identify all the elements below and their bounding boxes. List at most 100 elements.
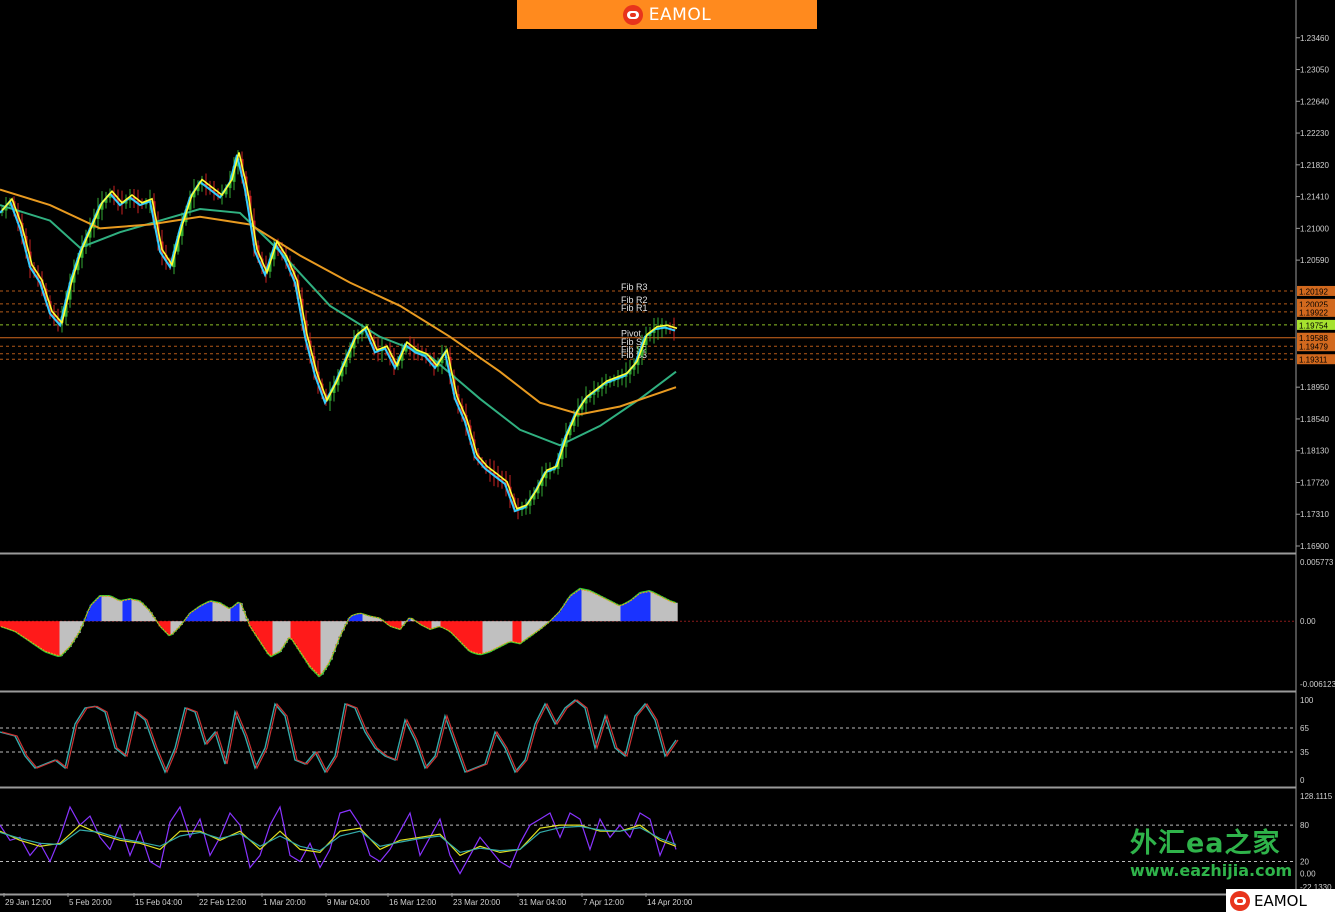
eamol-logo-icon	[1230, 890, 1250, 911]
x-tick-label: 14 Apr 20:00	[647, 898, 693, 907]
x-tick-label: 22 Feb 12:00	[199, 898, 247, 907]
x-tick-label: 15 Feb 04:00	[135, 898, 183, 907]
macd-histogram-bar	[440, 621, 444, 628]
macd-histogram-bar	[311, 621, 315, 671]
x-tick-label: 1 Mar 20:00	[263, 898, 306, 907]
price-level-tag: 1.19479	[1297, 341, 1335, 352]
macd-histogram-bar	[8, 621, 12, 630]
oscillator-panel[interactable]	[0, 699, 1296, 774]
macd-histogram-bar	[281, 621, 285, 648]
macd-histogram-bar	[62, 621, 66, 653]
macd-panel[interactable]	[0, 587, 1296, 678]
y-tick-label: 1.20590	[1300, 256, 1329, 265]
osc-y-tick-label: 0	[1300, 776, 1305, 785]
macd-histogram-bar	[47, 621, 51, 654]
price-level-tag: 1.19311	[1297, 354, 1335, 365]
macd-y-tick-label: 0.00	[1300, 617, 1316, 626]
brand-banner: EAMOL	[517, 0, 817, 29]
macd-histogram-bar	[212, 601, 216, 622]
macd-histogram-bar	[452, 621, 456, 636]
x-tick-label: 7 Apr 12:00	[583, 898, 624, 907]
macd-histogram-bar	[236, 602, 240, 622]
trading-chart[interactable]: Fib R3Fib R2Fib R1PivotFib S1Fib S2Fib S…	[0, 0, 1335, 912]
macd-histogram-bar	[482, 621, 486, 654]
stochastic-panel[interactable]	[0, 805, 1296, 875]
macd-histogram-bar	[26, 621, 30, 641]
macd-histogram-bar	[218, 602, 222, 622]
watermark-brand-text: EAMOL	[1254, 891, 1307, 910]
macd-histogram-bar	[458, 621, 462, 642]
macd-histogram-bar	[299, 621, 303, 654]
macd-histogram-bar	[35, 621, 39, 647]
macd-histogram-bar	[569, 594, 573, 622]
macd-histogram-bar	[599, 596, 603, 622]
macd-histogram-bar	[20, 621, 24, 637]
macd-histogram-bar	[320, 621, 324, 675]
macd-histogram-bar	[584, 589, 588, 622]
macd-histogram-bar	[359, 613, 363, 622]
macd-histogram-bar	[626, 601, 630, 622]
x-tick-label: 29 Jan 12:00	[5, 898, 52, 907]
macd-histogram-bar	[302, 621, 306, 659]
macd-histogram-bar	[191, 610, 195, 622]
price-level-tag-text: 1.20192	[1299, 287, 1328, 296]
macd-histogram-bar	[215, 602, 219, 622]
macd-histogram-bar	[581, 589, 585, 622]
price-level-tag-text: 1.19479	[1299, 343, 1328, 352]
macd-histogram-bar	[524, 621, 528, 640]
macd-histogram-bar	[623, 603, 627, 622]
macd-histogram-bar	[572, 592, 576, 622]
macd-histogram-bar	[356, 613, 360, 622]
macd-histogram-bar	[665, 599, 669, 622]
macd-histogram-bar	[296, 621, 300, 649]
y-tick-label: 1.18540	[1300, 415, 1329, 424]
macd-histogram-bar	[44, 621, 48, 653]
macd-histogram-bar	[194, 608, 198, 622]
macd-histogram-bar	[272, 621, 276, 656]
macd-histogram-bar	[107, 595, 111, 622]
watermark-brand: EAMOL	[1226, 889, 1335, 912]
macd-histogram-bar	[566, 598, 570, 622]
macd-histogram-bar	[230, 607, 234, 622]
macd-histogram-bar	[98, 595, 102, 622]
macd-histogram-bar	[59, 621, 63, 657]
macd-histogram-bar	[515, 621, 519, 644]
macd-histogram-bar	[653, 593, 657, 622]
macd-histogram-bar	[353, 614, 357, 622]
y-tick-label: 1.17310	[1300, 510, 1329, 519]
macd-histogram-bar	[113, 598, 117, 622]
x-tick-label: 16 Mar 12:00	[389, 898, 437, 907]
y-tick-label: 1.22640	[1300, 97, 1329, 106]
macd-histogram-bar	[674, 602, 678, 622]
macd-histogram-bar	[50, 621, 54, 655]
macd-histogram-bar	[671, 601, 675, 622]
macd-histogram-bar	[455, 621, 459, 639]
macd-histogram-bar	[602, 597, 606, 622]
macd-histogram-bar	[224, 606, 228, 622]
macd-histogram-bar	[221, 604, 225, 622]
price-panel[interactable]: Fib R3Fib R2Fib R1PivotFib S1Fib S2Fib S…	[0, 150, 1296, 520]
macd-histogram-bar	[317, 621, 321, 677]
macd-histogram-bar	[122, 599, 126, 622]
price-level-tag-text: 1.19754	[1299, 321, 1328, 330]
banner-brand-text: EAMOL	[648, 4, 712, 25]
macd-histogram-bar	[269, 621, 273, 657]
stoch-y-tick-label: 128.1115	[1300, 792, 1333, 801]
pivot-level-label: Fib R3	[621, 282, 648, 292]
macd-histogram-bar	[494, 621, 498, 649]
macd-histogram-bar	[497, 621, 501, 648]
y-tick-label: 1.22230	[1300, 129, 1329, 138]
price-level-tag: 1.19754	[1297, 319, 1335, 330]
macd-y-tick-label: -0.006123	[1300, 680, 1335, 689]
macd-histogram-bar	[11, 621, 15, 631]
macd-histogram-bar	[0, 621, 3, 627]
macd-histogram-bar	[227, 608, 231, 622]
macd-histogram-bar	[362, 614, 366, 622]
macd-histogram-bar	[95, 598, 99, 622]
stoch-line-2	[0, 824, 677, 857]
macd-histogram-bar	[233, 604, 237, 622]
macd-histogram-bar	[641, 591, 645, 622]
macd-histogram-bar	[476, 621, 480, 655]
macd-y-tick-label: 0.005773	[1300, 558, 1334, 567]
macd-histogram-bar	[527, 621, 531, 638]
